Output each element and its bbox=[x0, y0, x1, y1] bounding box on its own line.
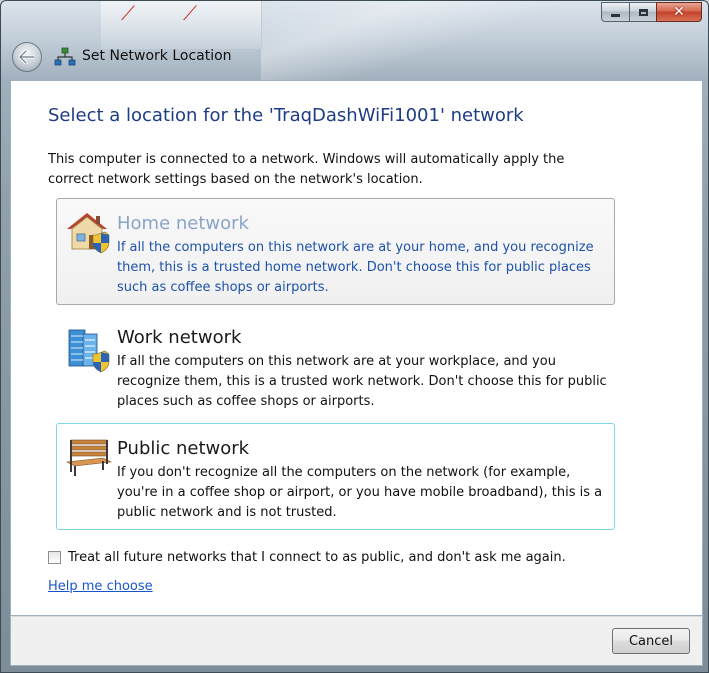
home-network-icon bbox=[67, 213, 110, 254]
glass-reflection bbox=[261, 1, 561, 81]
minimize-button[interactable] bbox=[601, 2, 629, 22]
treat-public-label[interactable]: Treat all future networks that I connect… bbox=[68, 550, 566, 565]
window-title: Set Network Location bbox=[82, 48, 232, 64]
close-button[interactable]: ✕ bbox=[656, 2, 702, 22]
page-heading: Select a location for the 'TraqDashWiFi1… bbox=[48, 105, 524, 126]
pdf-icon: ⟋ bbox=[121, 3, 135, 25]
public-network-option[interactable]: Public network If you don't recognize al… bbox=[56, 423, 615, 530]
treat-public-checkbox-row[interactable]: Treat all future networks that I connect… bbox=[48, 550, 566, 565]
close-icon: ✕ bbox=[673, 4, 685, 20]
work-network-icon bbox=[68, 329, 110, 373]
back-arrow-icon bbox=[19, 50, 35, 64]
pdf-icon: ⟋ bbox=[183, 3, 197, 25]
home-network-title: Home network bbox=[117, 213, 249, 234]
work-network-description: If all the computers on this network are… bbox=[117, 354, 607, 409]
public-network-description: If you don't recognize all the computers… bbox=[117, 465, 603, 520]
work-network-option[interactable]: Work network If all the computers on thi… bbox=[56, 315, 615, 415]
help-me-choose-link[interactable]: Help me choose bbox=[48, 579, 153, 594]
back-button[interactable] bbox=[12, 42, 42, 72]
public-network-title: Public network bbox=[117, 438, 250, 459]
caption-buttons: ✕ bbox=[601, 2, 702, 22]
background-window-hint: ⟋ ⟋ bbox=[101, 1, 262, 49]
home-network-option[interactable]: Home network If all the computers on thi… bbox=[56, 198, 615, 305]
cancel-button[interactable]: Cancel bbox=[612, 628, 690, 654]
dialog-window: ⟋ ⟋ ✕ Set Network Location Select a loca… bbox=[0, 0, 709, 673]
treat-public-checkbox[interactable] bbox=[48, 551, 61, 564]
maximize-button[interactable] bbox=[629, 2, 656, 22]
maximize-icon bbox=[638, 8, 648, 16]
minimize-icon bbox=[611, 13, 620, 17]
work-network-title: Work network bbox=[117, 327, 242, 348]
network-icon bbox=[54, 47, 76, 66]
home-network-description: If all the computers on this network are… bbox=[117, 240, 594, 295]
public-network-icon bbox=[65, 439, 113, 476]
intro-text: This computer is connected to a network.… bbox=[48, 152, 565, 187]
button-bar bbox=[10, 616, 703, 666]
